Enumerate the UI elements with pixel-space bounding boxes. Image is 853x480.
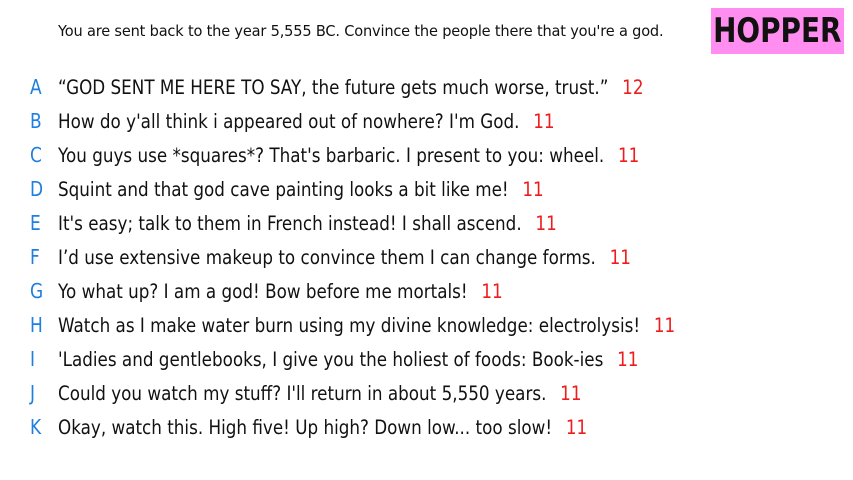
brand-logo: HOPPER xyxy=(711,8,844,54)
answer-letter: G xyxy=(30,279,44,303)
answer-text: Okay, watch this. High five! Up high? Do… xyxy=(58,415,553,439)
answer-score: 11 xyxy=(617,347,639,371)
answer-score: 11 xyxy=(653,313,676,337)
answer-letter: F xyxy=(30,245,40,269)
answer-score: 12 xyxy=(622,75,644,99)
answer-letter: D xyxy=(30,177,44,201)
answer-text: Yo what up? I am a god! Bow before me mo… xyxy=(58,279,468,303)
answer-letter: K xyxy=(30,415,42,439)
answer-text: Watch as I make water burn using my divi… xyxy=(58,313,641,337)
answer-text: I’d use extensive makeup to convince the… xyxy=(58,245,596,269)
answer-text: 'Ladies and gentlebooks, I give you the … xyxy=(58,347,604,371)
answer-score: 11 xyxy=(618,143,640,167)
answer-text: “GOD SENT ME HERE TO SAY, the future get… xyxy=(58,75,609,99)
answer-score: 11 xyxy=(560,381,582,405)
answer-score: 11 xyxy=(481,279,503,303)
answer-score: 11 xyxy=(535,211,557,235)
answer-text: It's easy; talk to them in French instea… xyxy=(58,211,522,235)
prompt-text: You are sent back to the year 5,555 BC. … xyxy=(58,22,664,40)
answer-text: How do y'all think i appeared out of now… xyxy=(58,109,520,133)
answer-letter: H xyxy=(30,313,43,337)
brand-logo-text: HOPPER xyxy=(713,11,842,51)
answer-text: You guys use *squares*? That's barbaric.… xyxy=(58,143,605,167)
answer-letter: J xyxy=(30,381,36,405)
answer-score: 11 xyxy=(533,109,555,133)
answer-score: 11 xyxy=(565,415,588,439)
answer-text: Could you watch my stuff? I'll return in… xyxy=(58,381,547,405)
answer-letter: A xyxy=(30,75,42,99)
answer-score: 11 xyxy=(522,177,544,201)
answer-letter: I xyxy=(30,347,36,371)
answer-letter: C xyxy=(30,143,42,167)
answer-score: 11 xyxy=(609,245,631,269)
answer-text: Squint and that god cave painting looks … xyxy=(58,177,509,201)
answer-letter: B xyxy=(30,109,42,133)
answer-letter: E xyxy=(30,211,41,235)
